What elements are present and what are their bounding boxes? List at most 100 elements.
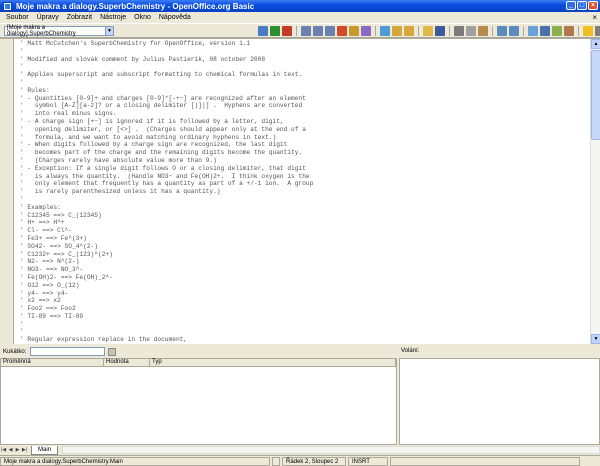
- code-line[interactable]: ' N2- ==> N^(2-): [20, 258, 586, 266]
- redo-icon[interactable]: [509, 26, 519, 36]
- stop-icon[interactable]: [282, 26, 292, 36]
- toolbar: [Moje makra a dialogy].SuperbChemistry ▼: [0, 23, 600, 38]
- menu-bar: Soubor Úpravy Zobrazit Nástroje Okno Náp…: [0, 12, 600, 23]
- run-icon[interactable]: [270, 26, 280, 36]
- select-macro-icon[interactable]: [392, 26, 402, 36]
- menu-view[interactable]: Zobrazit: [63, 14, 96, 21]
- code-line[interactable]: ' O12 ==> O_(12): [20, 282, 586, 290]
- scroll-down-icon[interactable]: ▼: [591, 334, 600, 344]
- code-line[interactable]: ' opening delimiter, or [<>] . (Charges …: [20, 126, 586, 134]
- code-line[interactable]: ': [20, 328, 586, 336]
- library-select[interactable]: [Moje makra a dialogy].SuperbChemistry ▼: [4, 25, 114, 37]
- code-line[interactable]: ': [20, 48, 586, 56]
- code-line[interactable]: ' Foo2 ==> Foo2: [20, 305, 586, 313]
- code-line[interactable]: ' SO42- ==> SO_4^(2-): [20, 243, 586, 251]
- code-line[interactable]: ' Rules:: [20, 87, 586, 95]
- code-line[interactable]: ' - A charge sign [+−] is ignored if it …: [20, 118, 586, 126]
- code-line[interactable]: ' H+ ==> H^+: [20, 219, 586, 227]
- menu-help[interactable]: Nápověda: [155, 14, 195, 21]
- compile-icon[interactable]: [258, 26, 268, 36]
- code-line[interactable]: ' C1232+ ==> C_(123)^(2+): [20, 251, 586, 259]
- help-icon[interactable]: [583, 26, 593, 36]
- code-line[interactable]: ' - When digits followed by a charge sig…: [20, 141, 586, 149]
- code-line[interactable]: ': [20, 79, 586, 87]
- code-line[interactable]: ' is always the quantity. (Handle NO3− a…: [20, 173, 586, 181]
- code-line[interactable]: ' only element that frequently has a qua…: [20, 180, 586, 188]
- step-out-icon[interactable]: [325, 26, 335, 36]
- breakpoint-gutter[interactable]: [0, 39, 14, 344]
- step-over-icon[interactable]: [313, 26, 323, 36]
- close-button[interactable]: ×: [588, 1, 598, 10]
- code-line[interactable]: ': [20, 321, 586, 329]
- code-line[interactable]: ' y4- ==> y4-: [20, 290, 586, 298]
- step-into-icon[interactable]: [301, 26, 311, 36]
- code-line[interactable]: ' Examples:: [20, 204, 586, 212]
- first-tab-icon[interactable]: |◀: [0, 446, 7, 454]
- open-icon[interactable]: [423, 26, 433, 36]
- menu-edit[interactable]: Úpravy: [33, 14, 63, 21]
- calls-label: Volání:: [401, 348, 420, 354]
- code-line[interactable]: ' formula, and we want to avoid matching…: [20, 134, 586, 142]
- code-line[interactable]: ' Cl- ==> Cl^-: [20, 227, 586, 235]
- code-line[interactable]: ' Regular expression replace in the docu…: [20, 336, 586, 343]
- code-text[interactable]: ' Matt McCutchen's SuperbChemistry for O…: [20, 40, 586, 343]
- status-insert-mode[interactable]: INSRT: [348, 456, 388, 466]
- save-source-icon[interactable]: [540, 26, 550, 36]
- code-line[interactable]: ' Fe(OH)2- ==> Fe(OH)_2^-: [20, 274, 586, 282]
- code-line[interactable]: ' Matt McCutchen's SuperbChemistry for O…: [20, 40, 586, 48]
- code-line[interactable]: ' x2 ==> x2: [20, 297, 586, 305]
- export-dialog-icon[interactable]: [564, 26, 574, 36]
- remove-watch-icon[interactable]: [108, 347, 117, 356]
- column-value[interactable]: Hodnota: [104, 359, 150, 366]
- select-module-icon[interactable]: [404, 26, 414, 36]
- menu-window[interactable]: Okno: [130, 14, 155, 21]
- find-parentheses-icon[interactable]: [380, 26, 390, 36]
- insert-source-icon[interactable]: [528, 26, 538, 36]
- code-line[interactable]: ' becomes part of the charge and the rem…: [20, 149, 586, 157]
- calls-list[interactable]: [399, 358, 600, 445]
- code-line[interactable]: ' C12345 ==> C_(12345): [20, 212, 586, 220]
- save-icon[interactable]: [435, 26, 445, 36]
- horizontal-scrollbar[interactable]: [62, 446, 600, 454]
- column-type[interactable]: Typ: [150, 359, 396, 366]
- vertical-scrollbar[interactable]: ▲ ▼: [590, 39, 600, 344]
- watch-input[interactable]: [30, 347, 106, 356]
- menu-tools[interactable]: Nástroje: [96, 14, 130, 21]
- code-line[interactable]: ' Fe3+ ==> Fe^(3+): [20, 235, 586, 243]
- chevron-down-icon[interactable]: ▼: [105, 26, 113, 35]
- last-tab-icon[interactable]: ▶|: [21, 446, 28, 454]
- code-editor[interactable]: ' Matt McCutchen's SuperbChemistry for O…: [0, 38, 600, 344]
- import-dialog-icon[interactable]: [552, 26, 562, 36]
- prev-tab-icon[interactable]: ◀: [7, 446, 14, 454]
- tab-main[interactable]: Main: [31, 445, 59, 455]
- code-line[interactable]: ' into real minus signs.: [20, 110, 586, 118]
- copy-icon[interactable]: [466, 26, 476, 36]
- paste-icon[interactable]: [478, 26, 488, 36]
- next-tab-icon[interactable]: ▶: [14, 446, 21, 454]
- code-line[interactable]: ' - Exception: If a single digit follows…: [20, 165, 586, 173]
- maximize-button[interactable]: □: [577, 1, 587, 10]
- code-line[interactable]: ' NO3- ==> NO_3^-: [20, 266, 586, 274]
- cut-icon[interactable]: [454, 26, 464, 36]
- enable-watch-icon[interactable]: [361, 26, 371, 36]
- minimize-button[interactable]: _: [566, 1, 576, 10]
- status-position: Řádek 2, Sloupec 2: [282, 456, 346, 466]
- code-line[interactable]: ' TI-89 ==> TI-89: [20, 313, 586, 321]
- close-document-icon[interactable]: ×: [592, 13, 597, 22]
- code-line[interactable]: ': [20, 63, 586, 71]
- menu-file[interactable]: Soubor: [2, 14, 33, 21]
- code-line[interactable]: ' Applies superscript and subscript form…: [20, 71, 586, 79]
- column-variable[interactable]: Proměnná: [1, 359, 104, 366]
- code-line[interactable]: ' - Quantities [0-9]+ and charges [0-9]*…: [20, 95, 586, 103]
- code-line[interactable]: ' symbol [A-Z][a-z]? or a closing delimi…: [20, 102, 586, 110]
- manage-breakpoints-icon[interactable]: [349, 26, 359, 36]
- scroll-up-icon[interactable]: ▲: [591, 39, 600, 49]
- code-line[interactable]: ' Modified and slovak comment by Julius …: [20, 56, 586, 64]
- code-line[interactable]: ': [20, 196, 586, 204]
- breakpoint-icon[interactable]: [337, 26, 347, 36]
- scroll-thumb[interactable]: [591, 50, 600, 140]
- code-line[interactable]: ' (Charges rarely have absolute value mo…: [20, 157, 586, 165]
- undo-icon[interactable]: [497, 26, 507, 36]
- whats-this-icon[interactable]: [595, 26, 600, 36]
- code-line[interactable]: ' is rarely parenthesized unless it has …: [20, 188, 586, 196]
